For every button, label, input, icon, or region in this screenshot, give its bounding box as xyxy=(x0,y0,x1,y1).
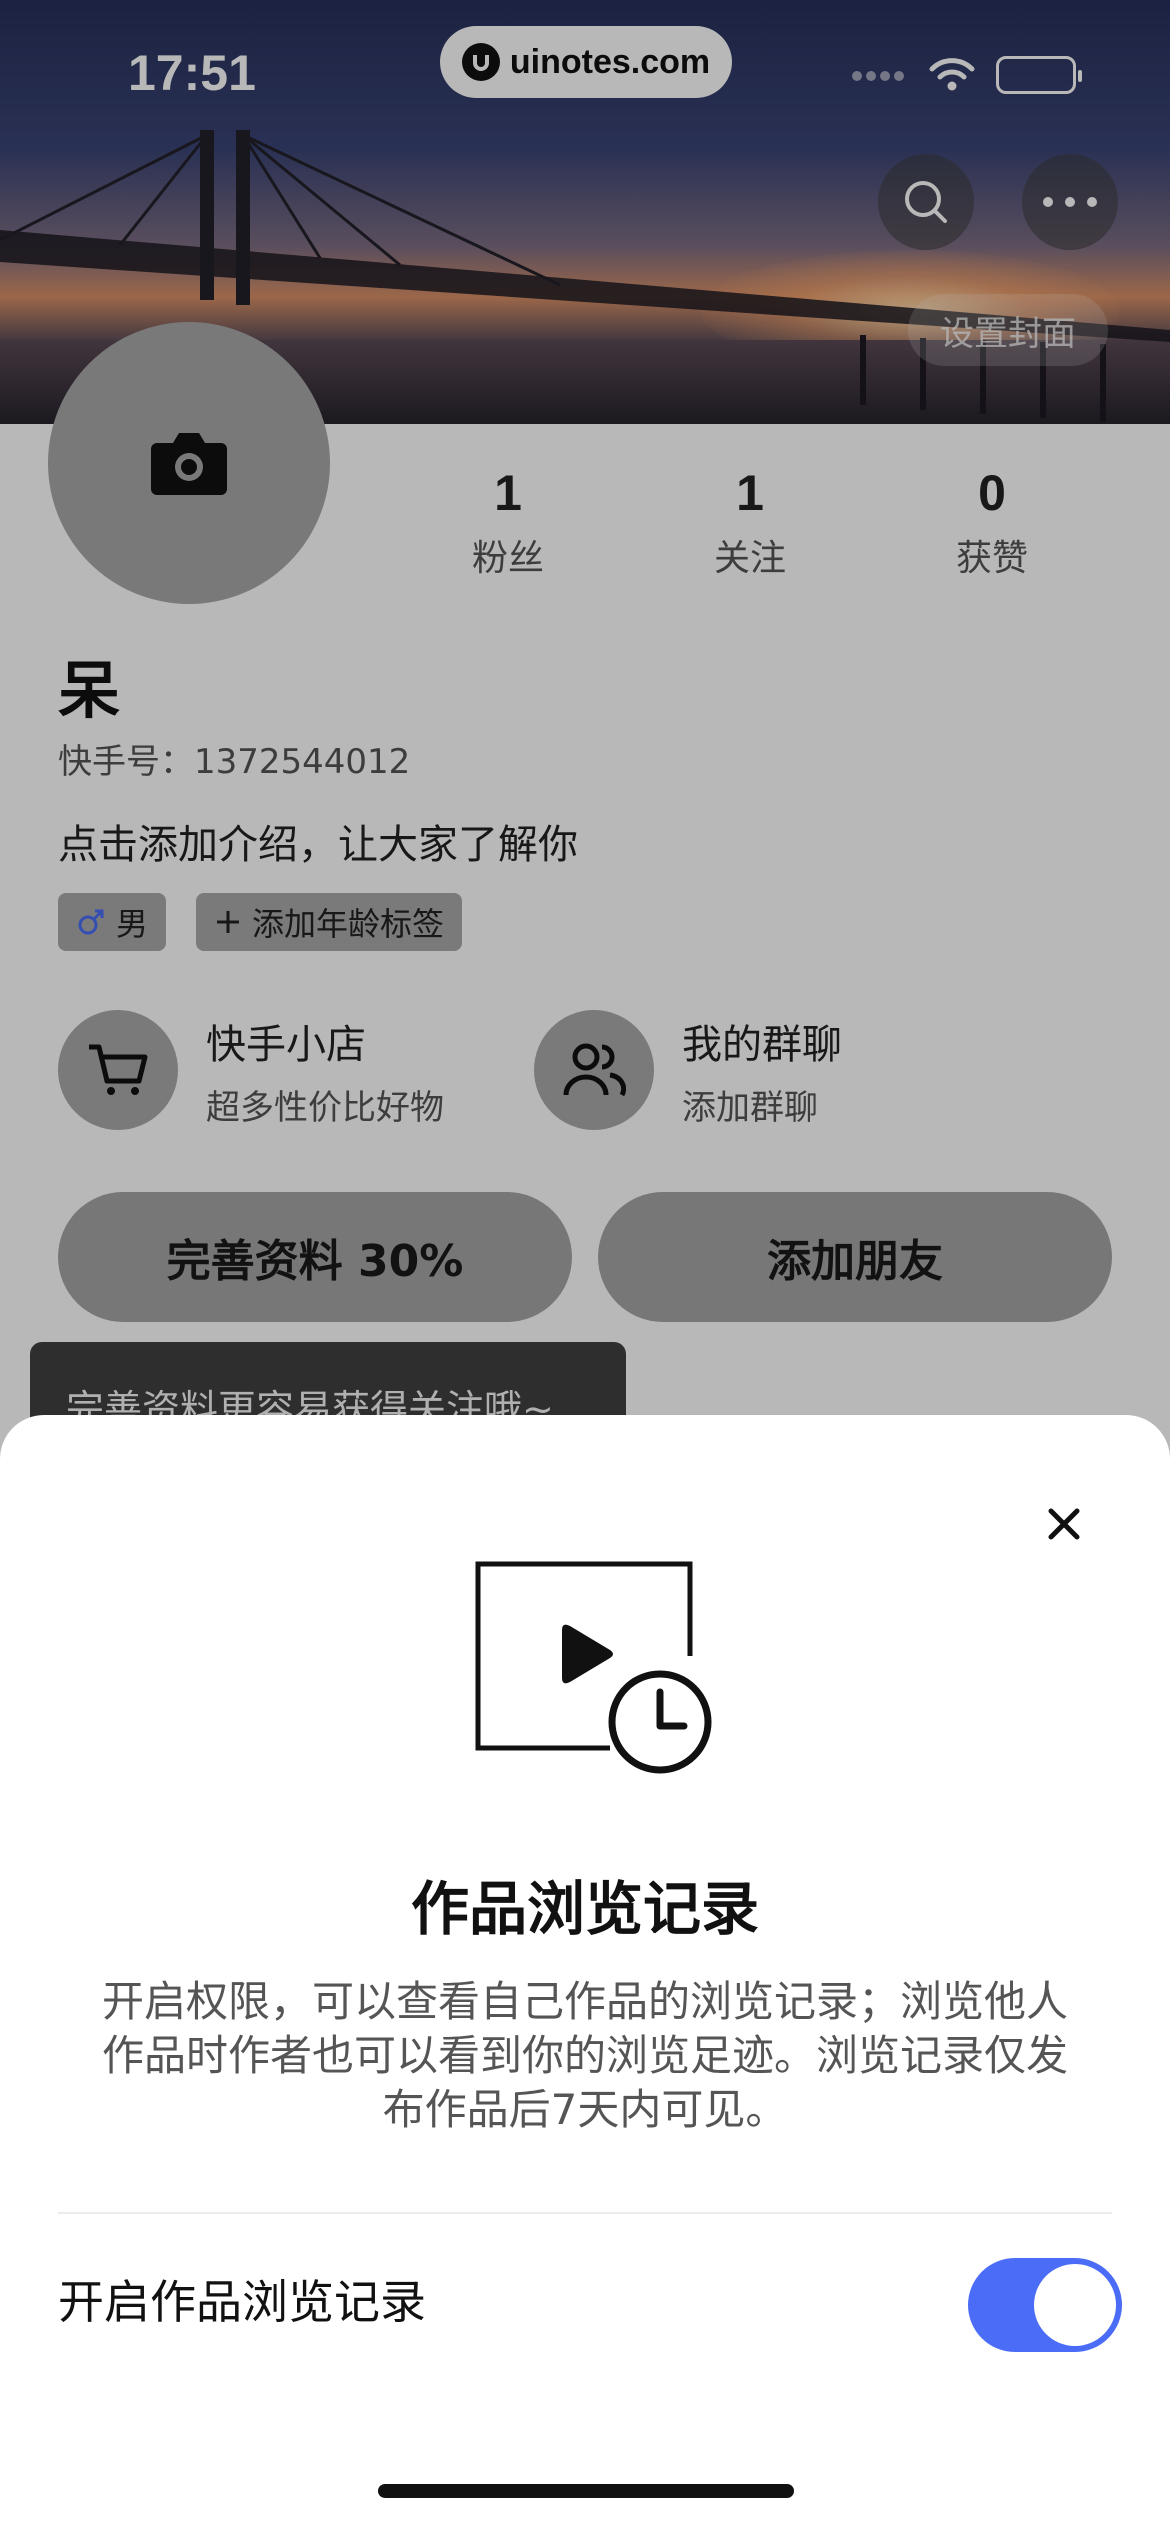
sheet-title: 作品浏览记录 xyxy=(410,1875,759,1943)
sheet-divider xyxy=(58,2212,1112,2214)
toggle-label: 开启作品浏览记录 xyxy=(58,2275,426,2329)
home-indicator[interactable] xyxy=(378,2484,794,2498)
sheet-description: 开启权限，可以查看自己作品的浏览记录；浏览他人作品时作者也可以看到你的浏览足迹。… xyxy=(101,1977,1068,2134)
toggle-knob xyxy=(1034,2264,1116,2346)
browse-history-toggle[interactable] xyxy=(968,2258,1122,2352)
close-icon xyxy=(1048,1508,1080,1540)
video-history-icon xyxy=(475,1561,712,1774)
close-button[interactable] xyxy=(1036,1496,1092,1552)
